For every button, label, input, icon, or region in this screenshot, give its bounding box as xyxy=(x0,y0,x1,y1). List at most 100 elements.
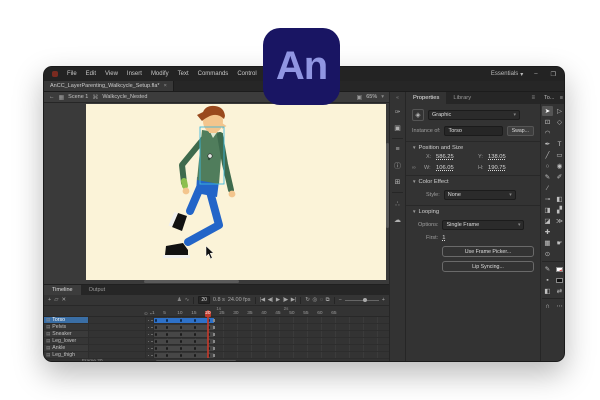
stage-zoom-level[interactable]: 65% xyxy=(366,94,377,100)
layer-frames-leg_lower[interactable] xyxy=(154,338,389,344)
layer-frames-ankle[interactable] xyxy=(154,345,389,351)
fill-swatch-black-tool-icon[interactable] xyxy=(554,275,565,285)
keyframe-frame-15[interactable] xyxy=(194,319,197,322)
looping-section-header[interactable]: ▼Looping xyxy=(406,205,540,217)
layer-visibility-lock-cell[interactable] xyxy=(146,352,154,358)
layer-visibility-lock-cell[interactable] xyxy=(146,331,154,337)
stroke-color-tool-icon[interactable]: ✎ xyxy=(542,264,553,274)
panel-menu-icon[interactable]: ≡ xyxy=(560,95,563,101)
step-back-icon[interactable]: ◀| xyxy=(268,297,274,303)
ink-bottle-tool-icon[interactable]: ◨ xyxy=(542,205,553,215)
snap-to-objects-tool-icon[interactable]: ∩ xyxy=(542,301,553,311)
keyframe-frame-1[interactable] xyxy=(155,319,158,322)
bone-tool-icon[interactable]: ⊸ xyxy=(542,194,553,204)
pen-tool-icon[interactable]: ✒ xyxy=(542,139,553,149)
line-tool-icon[interactable]: ╱ xyxy=(542,150,553,160)
menu-commands[interactable]: Commands xyxy=(198,71,229,77)
keyframe-frame-1[interactable] xyxy=(155,354,158,357)
workspace-switcher[interactable]: Essentials ▾ xyxy=(491,71,523,78)
hand-tool-icon[interactable]: ☛ xyxy=(554,238,565,248)
layer-name-leg_thigh[interactable]: ▤Leg_thigh xyxy=(44,352,89,358)
go-to-last-frame-icon[interactable]: ▶| xyxy=(291,297,297,303)
tab-timeline[interactable]: Timeline xyxy=(44,285,81,295)
style-select[interactable]: None ▾ xyxy=(444,190,516,200)
new-folder-icon[interactable]: ▱ xyxy=(54,297,58,303)
keyframe-frame-10[interactable] xyxy=(180,340,183,343)
current-frame-indicator[interactable]: 20 xyxy=(198,296,210,304)
paint-brush-tool-icon[interactable]: ∕ xyxy=(542,183,553,193)
zoom-tool-icon[interactable]: ⊙ xyxy=(542,249,553,259)
panel-menu-icon[interactable]: ≡ xyxy=(531,95,540,101)
asset-warp-tool-icon[interactable]: ✚ xyxy=(542,227,553,237)
breadcrumb-scene[interactable]: Scene 1 xyxy=(68,94,88,100)
loop-icon[interactable]: ↻ xyxy=(305,297,310,304)
layer-visibility-lock-cell[interactable] xyxy=(146,317,154,323)
layer-visibility-lock-cell[interactable] xyxy=(146,338,154,344)
color-effect-section-header[interactable]: ▼Color Effect xyxy=(406,175,540,187)
delete-layer-icon[interactable]: ✕ xyxy=(61,297,66,303)
menu-modify[interactable]: Modify xyxy=(151,71,169,77)
oval-primitive-tool-icon[interactable]: ◉ xyxy=(554,161,565,171)
motion-presets-icon[interactable]: ∴ xyxy=(392,198,403,209)
keyframe-frame-5[interactable] xyxy=(166,319,169,322)
timeline-zoom-slider[interactable] xyxy=(345,300,379,301)
graph-view-icon[interactable]: ∿ xyxy=(185,297,190,303)
keyframe-frame-5[interactable] xyxy=(166,354,169,357)
layer-frames-sneaker[interactable] xyxy=(154,331,389,337)
edit-multiple-frames-icon[interactable]: ⧉ xyxy=(326,297,330,304)
layer-name-pelvis[interactable]: ▤Pelvis xyxy=(44,324,89,330)
menu-file[interactable]: File xyxy=(67,71,77,77)
keyframe-frame-1[interactable] xyxy=(155,347,158,350)
layer-frames-pelvis[interactable] xyxy=(154,324,389,330)
keyframe-frame-5[interactable] xyxy=(166,347,169,350)
close-tab-icon[interactable]: × xyxy=(164,83,167,89)
timeline-ruler[interactable]: ⊙ ▪ 1s2s15101520253035404550556065 xyxy=(44,306,389,317)
use-frame-picker-button[interactable]: Use Frame Picker... xyxy=(442,246,534,257)
info-icon[interactable]: ⓘ xyxy=(392,160,403,171)
onion-skin-outlines-icon[interactable]: ◌ xyxy=(320,297,323,304)
edit-symbols-icon[interactable]: ▣ xyxy=(357,94,363,101)
layer-visibility-lock-cell[interactable] xyxy=(146,345,154,351)
timeline-zoom-in-icon[interactable]: + xyxy=(382,297,385,303)
tab-library[interactable]: Library xyxy=(446,92,478,104)
y-value[interactable]: 138.05 xyxy=(488,154,506,160)
text-tool-icon[interactable]: T xyxy=(554,139,565,149)
timeline-horizontal-scrollbar[interactable] xyxy=(156,360,236,362)
frame-rate[interactable]: 24.00 fps xyxy=(228,297,251,303)
keyframe-frame-5[interactable] xyxy=(166,326,169,329)
swatches-icon[interactable]: ▣ xyxy=(392,122,403,133)
looping-options-select[interactable]: Single Frame ▾ xyxy=(442,220,524,230)
stroke-swatch-none-tool-icon[interactable] xyxy=(554,264,565,274)
keyframe-frame-10[interactable] xyxy=(180,319,183,322)
timeline-layer-row-pelvis[interactable]: ▤Pelvis xyxy=(44,324,389,331)
width-tool-icon[interactable]: ≫ xyxy=(554,216,565,226)
expand-panels-icon[interactable]: « xyxy=(396,95,399,101)
timeline-zoom-out-icon[interactable]: − xyxy=(339,297,342,303)
x-value[interactable]: 586.25 xyxy=(436,154,454,160)
swap-button[interactable]: Swap... xyxy=(507,126,534,136)
keyframe-frame-10[interactable] xyxy=(180,354,183,357)
character-figure[interactable] xyxy=(86,104,386,280)
instance-name-field[interactable]: Torso xyxy=(444,126,502,136)
brush-library-icon[interactable]: ✑ xyxy=(392,106,403,117)
gradient-transform-tool-icon[interactable]: ◇ xyxy=(554,117,565,127)
cc-libraries-icon[interactable]: ☁ xyxy=(392,214,403,225)
lasso-tool-icon[interactable]: ◠ xyxy=(542,128,553,138)
keyframe-frame-1[interactable] xyxy=(155,326,158,329)
eyedropper-tool-icon[interactable]: ▞ xyxy=(554,205,565,215)
breadcrumb-symbol[interactable]: Walkcycle_Nested xyxy=(102,94,147,100)
layer-name-leg_lower[interactable]: ▤Leg_lower xyxy=(44,338,89,344)
free-transform-tool-icon[interactable]: ⊡ xyxy=(542,117,553,127)
symbol-behavior-select[interactable]: Graphic ▾ xyxy=(428,110,520,120)
keyframe-frame-10[interactable] xyxy=(180,326,183,329)
layer-name-sneaker[interactable]: ▤Sneaker xyxy=(44,331,89,337)
back-arrow-icon[interactable]: ← xyxy=(49,94,55,100)
keyframe-frame-10[interactable] xyxy=(180,333,183,336)
timeline-layer-row-sneaker[interactable]: ▤Sneaker xyxy=(44,331,389,338)
layer-frames-torso[interactable] xyxy=(154,317,389,323)
first-frame-value[interactable]: 1 xyxy=(442,235,445,241)
timeline-layer-row-leg_lower[interactable]: ▤Leg_lower xyxy=(44,338,389,345)
play-icon[interactable]: ▶ xyxy=(276,297,280,303)
stage-horizontal-scrollbar[interactable] xyxy=(144,280,239,283)
keyframe-frame-1[interactable] xyxy=(155,333,158,336)
